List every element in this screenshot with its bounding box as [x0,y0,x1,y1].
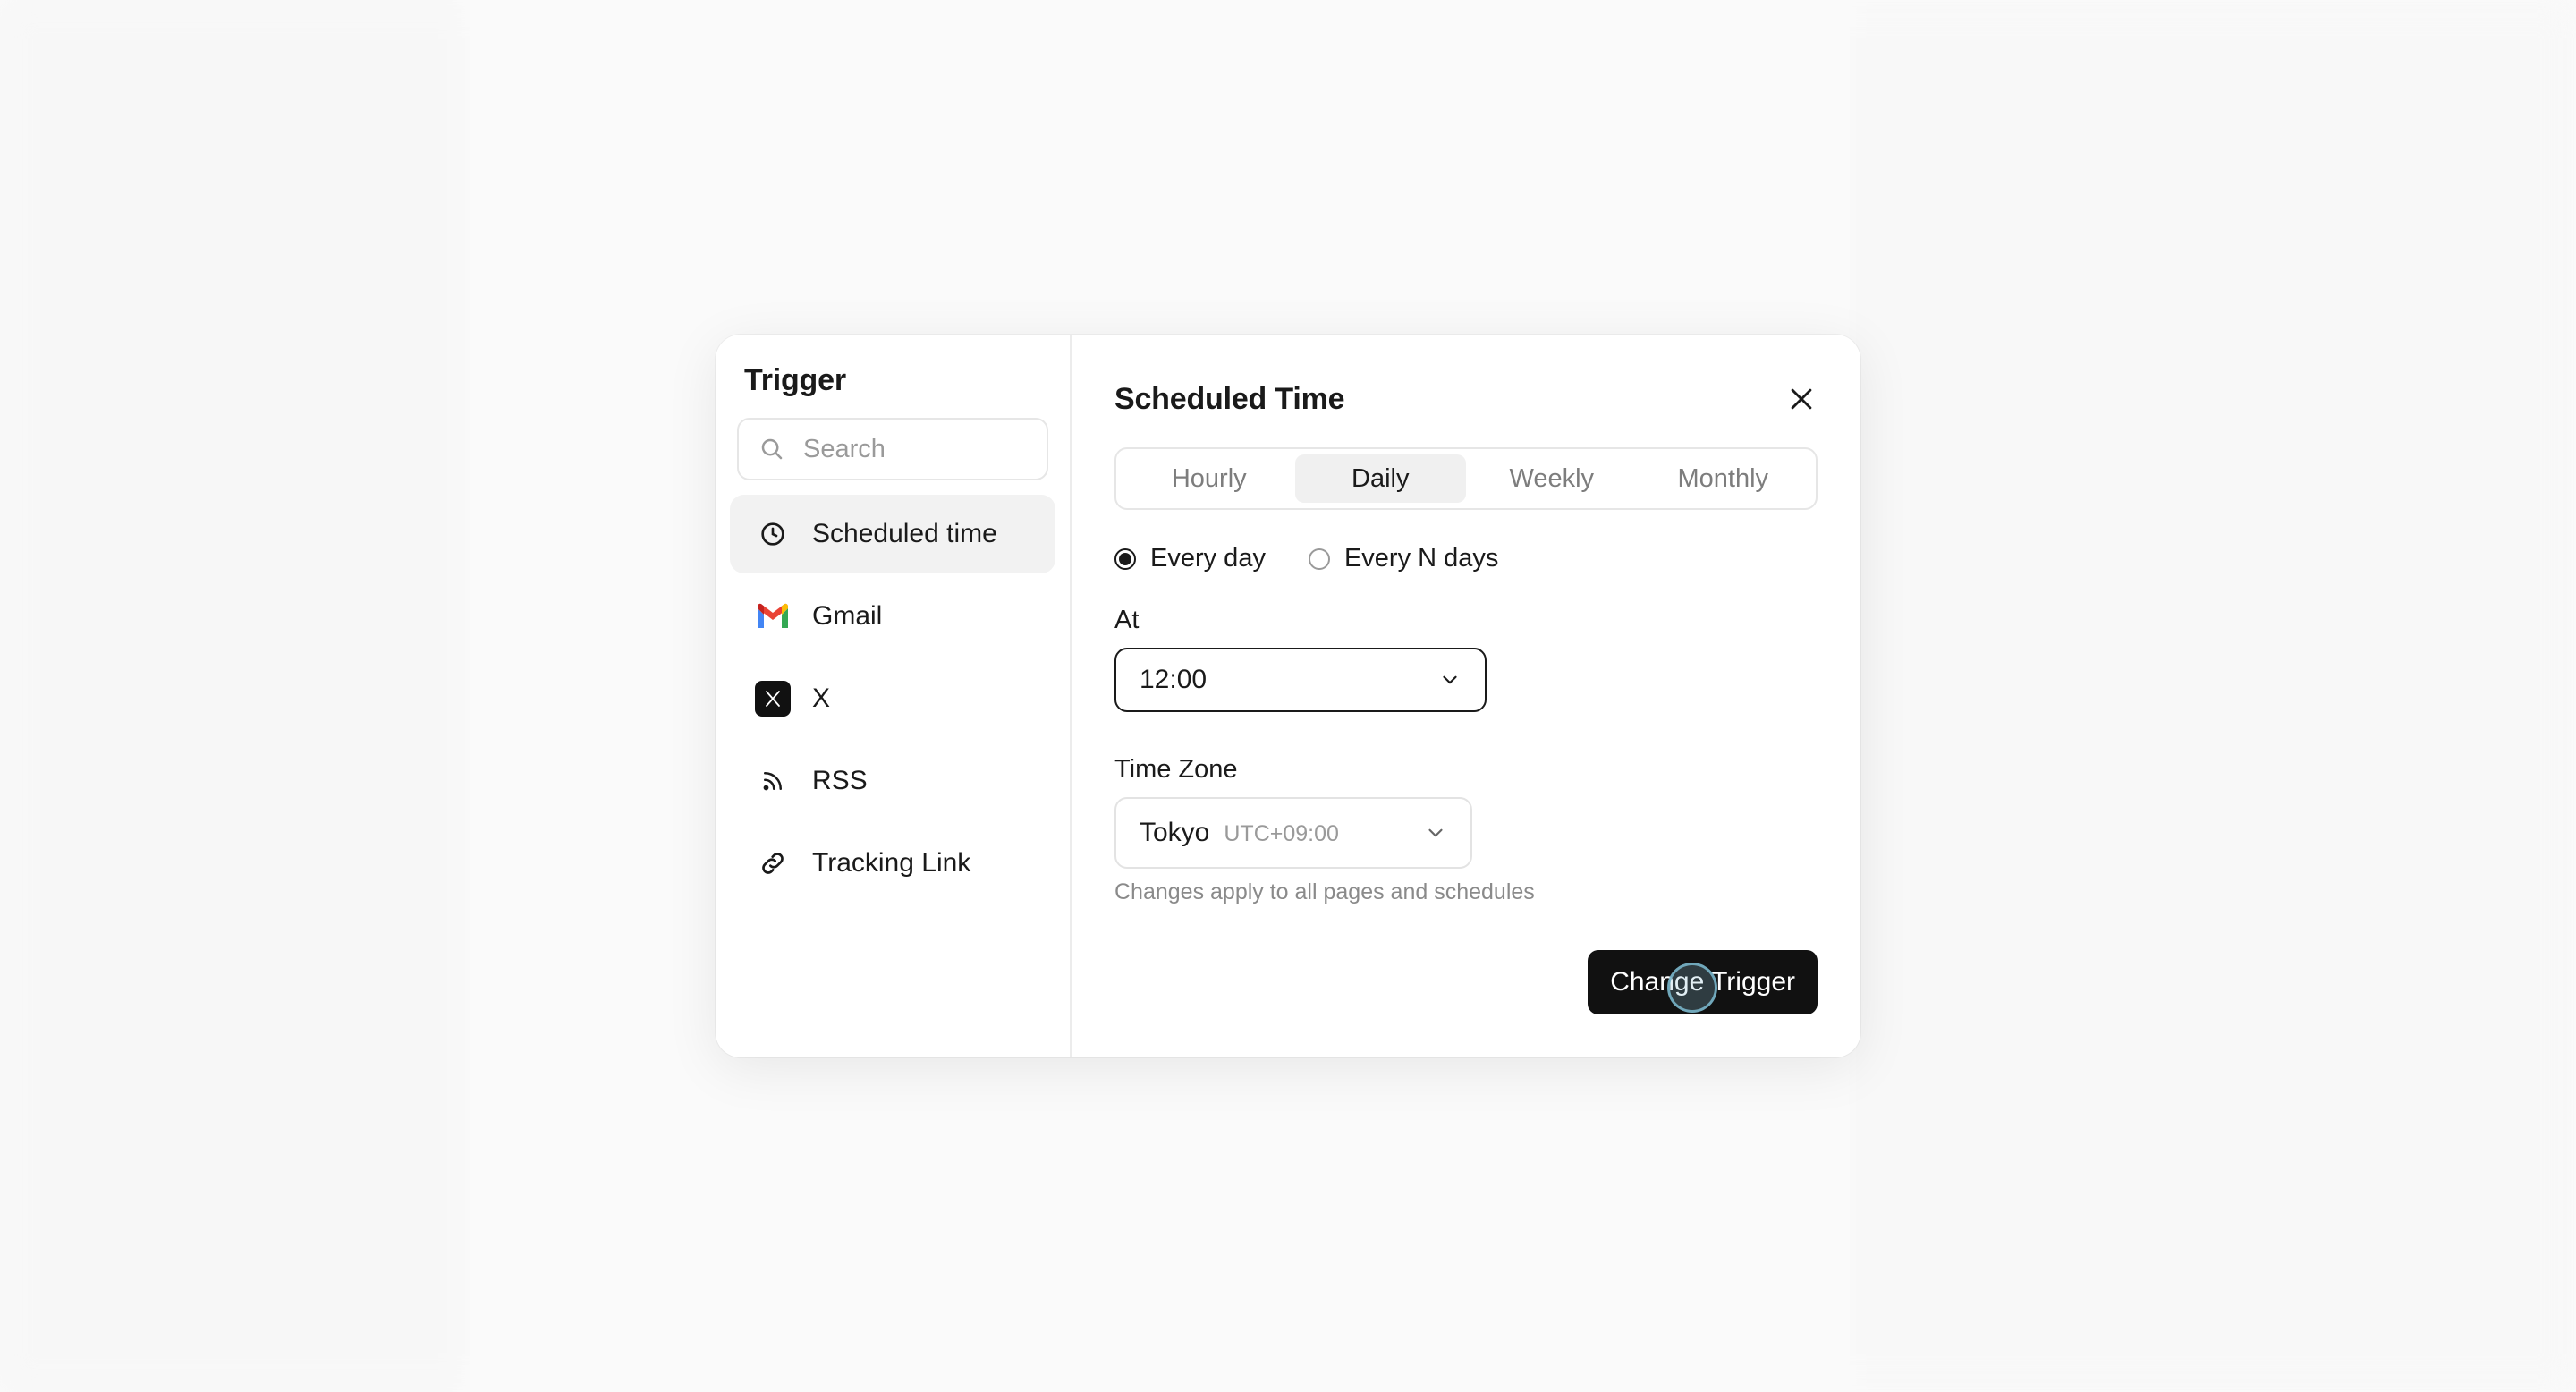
close-icon [1791,388,1812,410]
timezone-value: Tokyo UTC+09:00 [1140,818,1339,848]
timezone-hint: Changes apply to all pages and schedules [1114,879,1535,904]
radio-button-checked[interactable] [1114,547,1136,570]
schedule-header: Scheduled Time [1114,372,1818,426]
frequency-options: Every day Every N days [1114,544,1818,573]
trigger-item-label: Tracking Link [812,848,971,878]
close-button[interactable] [1778,376,1825,422]
time-select[interactable]: 12:00 [1114,648,1487,712]
frequency-tabs: Hourly Daily Weekly Monthly [1114,447,1818,510]
trigger-item-gmail[interactable]: Gmail [730,577,1055,656]
trigger-item-label: RSS [812,766,868,795]
time-value: 12:00 [1140,665,1208,694]
chevron-down-icon [1443,675,1457,684]
timezone-select[interactable]: Tokyo UTC+09:00 [1114,797,1472,869]
tab-daily[interactable]: Daily [1294,454,1466,503]
radio-label: Every day [1150,544,1266,573]
trigger-dialog: Trigger Scheduled time [716,335,1860,1057]
gmail-icon [755,598,791,634]
schedule-title: Scheduled Time [1114,381,1345,416]
tab-hourly[interactable]: Hourly [1123,454,1295,503]
trigger-item-label: Gmail [812,601,883,631]
trigger-item-tracking-link[interactable]: Tracking Link [730,824,1055,903]
trigger-item-x[interactable]: X [730,659,1055,738]
x-icon [755,681,791,717]
change-trigger-button[interactable]: Change Trigger [1588,950,1818,1014]
timezone-offset: UTC+09:00 [1224,821,1339,846]
radio-every-n-days[interactable]: Every N days [1308,544,1499,573]
search-icon [761,438,783,460]
radio-button[interactable] [1308,547,1330,570]
link-icon [755,845,791,881]
tab-monthly[interactable]: Monthly [1638,454,1809,503]
trigger-item-label: Scheduled time [812,519,997,548]
timezone-city: Tokyo [1140,818,1210,847]
rss-icon [755,763,791,799]
at-label: At [1114,606,1140,634]
trigger-sidebar: Trigger Scheduled time [716,335,1072,1057]
search-input[interactable] [801,433,1029,465]
trigger-item-label: X [812,683,831,713]
trigger-title: Trigger [744,363,846,397]
radio-every-day[interactable]: Every day [1114,544,1266,573]
trigger-list: Scheduled time Gmail X RSS Tracking Link [730,495,1055,903]
trigger-item-rss[interactable]: RSS [730,742,1055,820]
timezone-label: Time Zone [1114,755,1238,784]
schedule-panel: Scheduled Time Hourly Daily Weekly Month… [1072,335,1860,1057]
chevron-down-icon [1428,828,1443,837]
clock-icon [755,516,791,552]
trigger-search[interactable] [737,418,1048,480]
radio-label: Every N days [1343,544,1499,573]
trigger-item-scheduled-time[interactable]: Scheduled time [730,495,1055,573]
tab-weekly[interactable]: Weekly [1466,454,1638,503]
